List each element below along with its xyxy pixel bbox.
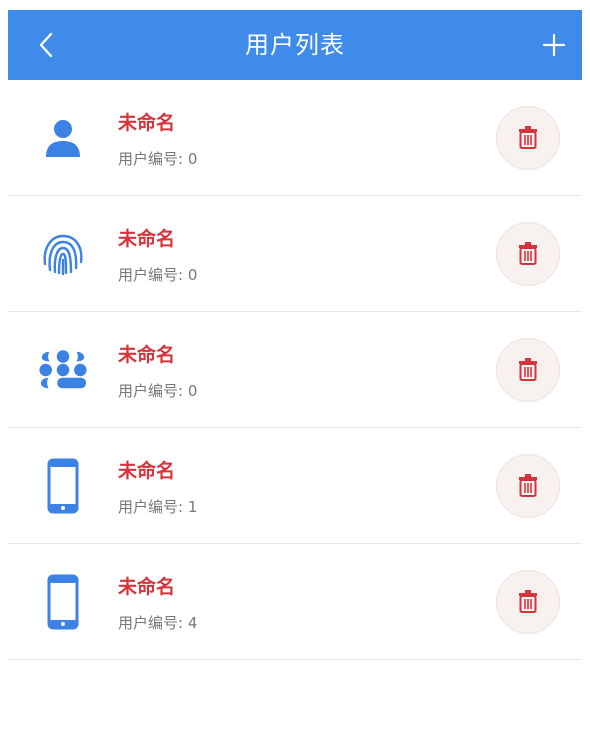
list-item[interactable]: 未命名 用户编号: 1 [8,428,582,544]
user-number: 用户编号: 0 [118,382,198,400]
delete-button[interactable] [496,454,560,518]
delete-button[interactable] [496,222,560,286]
user-number: 用户编号: 4 [118,614,198,632]
user-name: 未命名 [118,228,176,250]
trash-icon [519,590,537,613]
person-icon [38,113,88,163]
top-bar: 用户列表 [8,10,582,80]
keypad-icon [38,345,88,395]
list-item[interactable]: 未命名 用户编号: 4 [8,544,582,660]
list-item[interactable]: 未命名 用户编号: 0 [8,312,582,428]
trash-icon [519,474,537,497]
user-name: 未命名 [118,112,176,134]
add-user-button[interactable] [534,10,574,80]
delete-button[interactable] [496,106,560,170]
list-item[interactable]: 未命名 用户编号: 0 [8,80,582,196]
plus-icon [542,33,566,57]
phone-icon [38,458,88,514]
user-name: 未命名 [118,344,176,366]
delete-button[interactable] [496,338,560,402]
user-number: 用户编号: 0 [118,266,198,284]
user-list: 未命名 用户编号: 0 未命名 用户编号: 0 未命名 用户编号: 0 未命名 … [8,80,582,660]
user-number: 用户编号: 1 [118,498,198,516]
phone-icon [38,574,88,630]
page-title: 用户列表 [245,31,345,59]
trash-icon [519,358,537,381]
fingerprint-icon [38,229,88,279]
trash-icon [519,242,537,265]
user-name: 未命名 [118,460,176,482]
user-number: 用户编号: 0 [118,150,198,168]
delete-button[interactable] [496,570,560,634]
trash-icon [519,126,537,149]
user-name: 未命名 [118,576,176,598]
list-item[interactable]: 未命名 用户编号: 0 [8,196,582,312]
